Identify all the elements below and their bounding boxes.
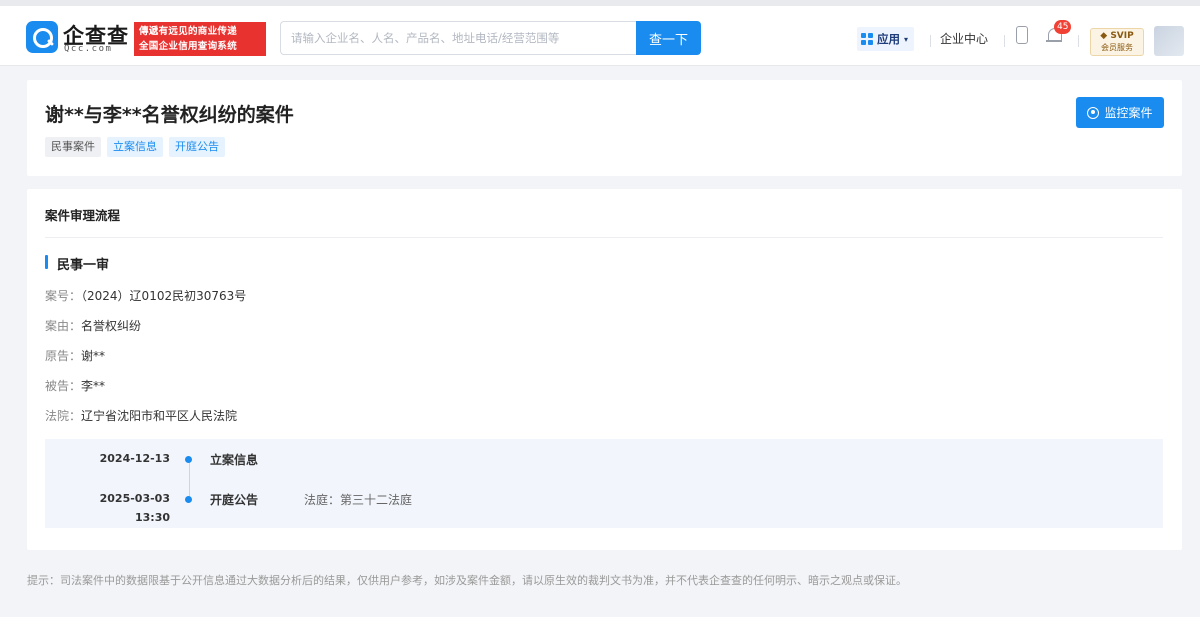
timeline-date: 2025-03-03 [99, 492, 170, 505]
svip-label: ◆ SVIP [1100, 31, 1134, 41]
hearing-court-room: 法庭：第三十二法庭 [304, 493, 413, 507]
apps-menu[interactable]: 应用 ▾ [857, 27, 915, 51]
case-cause-value: 名誉权纠纷 [81, 319, 142, 333]
logo-domain: Qcc.com [64, 44, 113, 54]
monitor-case-label: 监控案件 [1104, 106, 1153, 120]
tag-hearing-notice[interactable]: 开庭公告 [169, 137, 225, 157]
defendant-value: 李** [81, 379, 106, 393]
qcc-logo-icon [26, 21, 58, 53]
case-tags: 民事案件 立案信息 开庭公告 [45, 137, 225, 157]
timeline-dot [185, 496, 192, 503]
timeline-event-hearing[interactable]: 开庭公告 [210, 491, 258, 508]
tag-filing-info[interactable]: 立案信息 [107, 137, 163, 157]
court-value: 辽宁省沈阳市和平区人民法院 [81, 409, 238, 423]
info-label: 案号： [45, 289, 82, 303]
info-label: 法院： [45, 409, 82, 423]
search-input[interactable] [280, 21, 637, 55]
case-header-card [27, 80, 1182, 176]
slogan-banner: 傳遞有远见的商业传递 全国企业信用查询系统 [134, 22, 266, 56]
timeline-date: 2024-12-13 [99, 452, 170, 465]
chevron-down-icon: ▾ [904, 34, 909, 44]
divider [930, 35, 931, 47]
timeline-dot [185, 456, 192, 463]
plaintiff-value: 谢** [81, 349, 106, 363]
slogan-line-1: 傳遞有远见的商业传递 [139, 26, 238, 37]
case-cause-row: 案由：名誉权纠纷 [45, 317, 141, 334]
avatar[interactable] [1154, 26, 1184, 56]
info-label: 原告： [45, 349, 82, 363]
disclaimer-footnote: 提示：司法案件中的数据限基于公开信息通过大数据分析后的结果，仅供用户参考，如涉及… [27, 574, 907, 587]
divider [1078, 35, 1079, 47]
monitor-icon [1087, 106, 1100, 119]
svip-badge[interactable]: ◆ SVIP 会员服务 [1090, 28, 1144, 56]
enterprise-center-link[interactable]: 企业中心 [940, 30, 988, 47]
apps-menu-label: 应用 [877, 32, 900, 46]
timeline-time: 13:30 [134, 511, 170, 524]
info-label: 案由： [45, 319, 82, 333]
search-button[interactable]: 查一下 [636, 21, 701, 55]
slogan-line-2: 全国企业信用查询系统 [139, 41, 238, 52]
mobile-app-icon[interactable] [1016, 26, 1028, 44]
info-label: 被告： [45, 379, 82, 393]
stage-marker [45, 255, 48, 269]
case-title: 谢**与李**名誉权纠纷的案件 [45, 104, 294, 126]
timeline-event-filing[interactable]: 立案信息 [210, 451, 258, 468]
tag-civil-case: 民事案件 [45, 137, 101, 157]
section-title: 案件审理流程 [45, 208, 121, 223]
case-number-value: （2024）辽0102民初30763号 [81, 289, 247, 303]
qcc-logo[interactable]: 企查查 Qcc.com [26, 21, 130, 55]
monitor-case-button[interactable]: 监控案件 [1076, 97, 1164, 128]
case-number-row: 案号：（2024）辽0102民初30763号 [45, 287, 246, 304]
defendant-row: 被告：李** [45, 377, 105, 394]
section-divider [45, 237, 1163, 238]
site-header: 企查查 Qcc.com 傳遞有远见的商业传递 全国企业信用查询系统 查一下 应用… [0, 6, 1200, 66]
plaintiff-row: 原告：谢** [45, 347, 105, 364]
divider [1004, 35, 1005, 47]
court-row: 法院：辽宁省沈阳市和平区人民法院 [45, 407, 237, 424]
apps-grid-icon [861, 33, 873, 45]
notification-badge: 45 [1054, 20, 1072, 34]
stage-title: 民事一审 [57, 258, 110, 273]
timeline-connector [188, 462, 190, 497]
svip-sub-label: 会员服务 [1101, 43, 1133, 52]
